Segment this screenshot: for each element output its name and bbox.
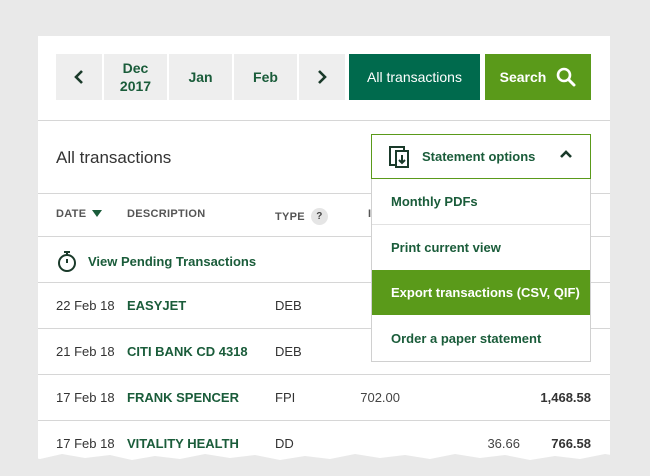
month-feb-label: Feb (253, 69, 278, 85)
chevron-left-icon (74, 70, 83, 84)
month-jan-button[interactable]: Jan (169, 54, 232, 100)
search-label: Search (499, 69, 547, 85)
document-download-icon (389, 145, 409, 168)
next-month-button[interactable] (299, 54, 345, 100)
transaction-description-link[interactable]: EASYJET (127, 282, 186, 328)
view-pending-transactions-link[interactable]: View Pending Transactions (56, 250, 256, 272)
stopwatch-icon (58, 251, 76, 272)
transaction-type: DEB (275, 297, 302, 313)
transaction-date: 17 Feb 18 (56, 389, 115, 405)
statement-options-button[interactable]: Statement options (371, 134, 591, 179)
table-row: 17 Feb 18 FRANK SPENCER FPI 702.00 1,468… (38, 374, 610, 420)
transaction-description-link[interactable]: FRANK SPENCER (127, 374, 239, 420)
chevron-right-icon (318, 70, 327, 84)
all-transactions-button[interactable]: All transactions (349, 54, 480, 100)
transaction-balance: 1,468.58 (540, 389, 591, 405)
all-transactions-label: All transactions (367, 69, 462, 85)
column-header-description-label: DESCRIPTION (127, 208, 206, 220)
search-icon (557, 67, 576, 87)
statement-options-menu: Monthly PDFs Print current view Export t… (371, 179, 591, 362)
month-jan-label: Jan (188, 69, 213, 85)
month-dec-label: Dec (122, 60, 149, 76)
month-dec-year: 2017 (119, 78, 152, 94)
month-dec-2017-button[interactable]: Dec 2017 (104, 54, 167, 100)
help-icon[interactable]: ? (310, 208, 328, 225)
menu-item-print-current-view[interactable]: Print current view (372, 225, 590, 270)
search-button[interactable]: Search (485, 54, 591, 100)
date-navigation-bar: Dec 2017 Jan Feb All transactions Search (38, 36, 610, 120)
transaction-date: 22 Feb 18 (56, 297, 115, 313)
view-pending-label: View Pending Transactions (88, 253, 257, 269)
menu-item-label: Print current view (391, 240, 501, 255)
month-feb-button[interactable]: Feb (234, 54, 297, 100)
transaction-type: FPI (275, 389, 296, 405)
divider (38, 120, 610, 121)
sort-down-icon (92, 210, 103, 217)
column-header-date-label: DATE (56, 208, 87, 220)
torn-edge-decoration (0, 454, 650, 476)
column-header-type: TYPE ? (275, 208, 328, 225)
menu-item-monthly-pdfs[interactable]: Monthly PDFs (372, 179, 590, 224)
chevron-up-icon (560, 150, 572, 158)
transaction-amount-out: 702.00 (360, 389, 400, 405)
section-title: All transactions (56, 148, 172, 167)
prev-month-button[interactable] (56, 54, 102, 100)
menu-item-label: Export transactions (CSV, QIF) (391, 285, 580, 300)
column-header-type-label: TYPE (275, 210, 305, 223)
menu-item-export-transactions[interactable]: Export transactions (CSV, QIF) (372, 270, 590, 315)
menu-item-label: Order a paper statement (391, 331, 542, 346)
transaction-date: 21 Feb 18 (56, 343, 115, 359)
menu-item-label: Monthly PDFs (391, 194, 478, 209)
transaction-description-link[interactable]: CITI BANK CD 4318 (127, 328, 248, 374)
statement-options-label: Statement options (422, 149, 536, 164)
menu-item-order-paper-statement[interactable]: Order a paper statement (372, 316, 590, 361)
column-header-description: DESCRIPTION (127, 208, 205, 220)
transaction-type: DEB (275, 343, 302, 359)
column-header-date[interactable]: DATE (56, 208, 103, 220)
